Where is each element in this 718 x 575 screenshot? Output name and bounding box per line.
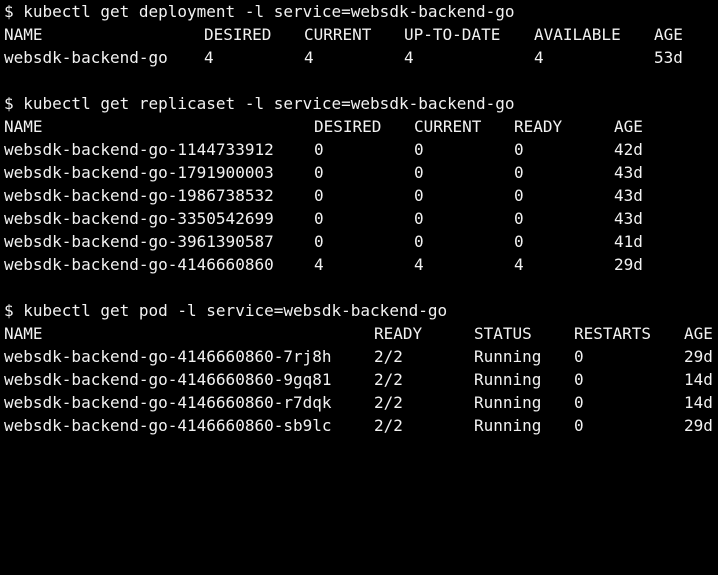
cell-restarts: 0	[574, 370, 584, 389]
cell-ready: 0	[514, 163, 524, 182]
cell-name: websdk-backend-go-4146660860-r7dqk	[4, 393, 332, 412]
cell-age: 29d	[684, 416, 713, 435]
table-row: websdk-backend-go-4146660860-7rj8h 2/2 R…	[4, 345, 718, 368]
command-text: $ kubectl get pod -l service=websdk-back…	[4, 301, 448, 320]
cell-ready: 2/2	[374, 347, 403, 366]
cell-name: websdk-backend-go-3961390587	[4, 232, 274, 251]
cell-age: 29d	[614, 255, 643, 274]
cell-name: websdk-backend-go-1791900003	[4, 163, 274, 182]
pod-command: $ kubectl get pod -l service=websdk-back…	[4, 299, 447, 322]
col-header-available: AVAILABLE	[534, 25, 621, 44]
terminal-window[interactable]: $ kubectl get deployment -l service=webs…	[0, 0, 718, 438]
table-row: websdk-backend-go-1144733912 0 0 0 42d	[4, 138, 718, 161]
table-row: websdk-backend-go-4146660860-sb9lc 2/2 R…	[4, 414, 718, 437]
cell-name: websdk-backend-go	[4, 48, 168, 67]
col-header-name: NAME	[4, 324, 43, 343]
table-row: websdk-backend-go-4146660860-9gq81 2/2 R…	[4, 368, 718, 391]
table-row: websdk-backend-go-1986738532 0 0 0 43d	[4, 184, 718, 207]
col-header-name: NAME	[4, 117, 43, 136]
col-header-age: AGE	[684, 324, 713, 343]
cell-current: 0	[414, 186, 424, 205]
table-row: websdk-backend-go-4146660860 4 4 4 29d	[4, 253, 718, 276]
replicaset-command: $ kubectl get replicaset -l service=webs…	[4, 92, 515, 115]
pod-header-row: NAME READY STATUS RESTARTS AGE	[4, 322, 718, 345]
cell-age: 14d	[684, 370, 713, 389]
cell-ready: 2/2	[374, 393, 403, 412]
col-header-age: AGE	[614, 117, 643, 136]
cell-desired: 0	[314, 209, 324, 228]
cell-status: Running	[474, 393, 542, 412]
cell-current: 4	[414, 255, 424, 274]
cell-name: websdk-backend-go-1986738532	[4, 186, 274, 205]
cell-current: 0	[414, 163, 424, 182]
col-header-current: CURRENT	[304, 25, 372, 44]
deployment-command: $ kubectl get deployment -l service=webs…	[4, 0, 515, 23]
cell-restarts: 0	[574, 393, 584, 412]
col-header-ready: READY	[514, 117, 563, 136]
cell-name: websdk-backend-go-4146660860-sb9lc	[4, 416, 332, 435]
cell-status: Running	[474, 370, 542, 389]
cell-available: 4	[534, 48, 544, 67]
command-text: $ kubectl get deployment -l service=webs…	[4, 2, 515, 21]
cell-desired: 0	[314, 232, 324, 251]
cell-desired: 0	[314, 163, 324, 182]
cell-age: 14d	[684, 393, 713, 412]
cell-ready: 0	[514, 186, 524, 205]
col-header-status: STATUS	[474, 324, 532, 343]
cell-age: 42d	[614, 140, 643, 159]
table-row: websdk-backend-go-3961390587 0 0 0 41d	[4, 230, 718, 253]
table-row: websdk-backend-go-4146660860-r7dqk 2/2 R…	[4, 391, 718, 414]
cell-desired: 4	[204, 48, 214, 67]
cell-ready: 0	[514, 209, 524, 228]
table-row: websdk-backend-go-3350542699 0 0 0 43d	[4, 207, 718, 230]
cell-current: 0	[414, 232, 424, 251]
col-header-name: NAME	[4, 25, 43, 44]
col-header-desired: DESIRED	[204, 25, 272, 44]
cell-age: 43d	[614, 186, 643, 205]
cell-desired: 0	[314, 140, 324, 159]
table-row: websdk-backend-go 4 4 4 4 53d	[4, 46, 718, 69]
col-header-current: CURRENT	[414, 117, 482, 136]
cell-name: websdk-backend-go-1144733912	[4, 140, 274, 159]
cell-restarts: 0	[574, 347, 584, 366]
table-row: websdk-backend-go-1791900003 0 0 0 43d	[4, 161, 718, 184]
col-header-age: AGE	[654, 25, 683, 44]
cell-age: 53d	[654, 48, 683, 67]
cell-restarts: 0	[574, 416, 584, 435]
cell-current: 0	[414, 209, 424, 228]
cell-ready: 2/2	[374, 416, 403, 435]
cell-name: websdk-backend-go-4146660860-9gq81	[4, 370, 332, 389]
col-header-ready: READY	[374, 324, 423, 343]
cell-name: websdk-backend-go-4146660860-7rj8h	[4, 347, 332, 366]
cell-ready: 2/2	[374, 370, 403, 389]
cell-desired: 4	[314, 255, 324, 274]
cell-ready: 4	[514, 255, 524, 274]
cell-ready: 0	[514, 232, 524, 251]
cell-desired: 0	[314, 186, 324, 205]
cell-age: 29d	[684, 347, 713, 366]
col-header-up-to-date: UP-TO-DATE	[404, 25, 501, 44]
cell-up-to-date: 4	[404, 48, 414, 67]
cell-age: 41d	[614, 232, 643, 251]
cell-name: websdk-backend-go-4146660860	[4, 255, 274, 274]
cell-age: 43d	[614, 209, 643, 228]
cell-name: websdk-backend-go-3350542699	[4, 209, 274, 228]
cell-current: 0	[414, 140, 424, 159]
deployment-header-row: NAME DESIRED CURRENT UP-TO-DATE AVAILABL…	[4, 23, 718, 46]
cell-current: 4	[304, 48, 314, 67]
cell-status: Running	[474, 416, 542, 435]
cell-age: 43d	[614, 163, 643, 182]
cell-status: Running	[474, 347, 542, 366]
cell-ready: 0	[514, 140, 524, 159]
col-header-desired: DESIRED	[314, 117, 382, 136]
command-text: $ kubectl get replicaset -l service=webs…	[4, 94, 515, 113]
col-header-restarts: RESTARTS	[574, 324, 652, 343]
replicaset-header-row: NAME DESIRED CURRENT READY AGE	[4, 115, 718, 138]
